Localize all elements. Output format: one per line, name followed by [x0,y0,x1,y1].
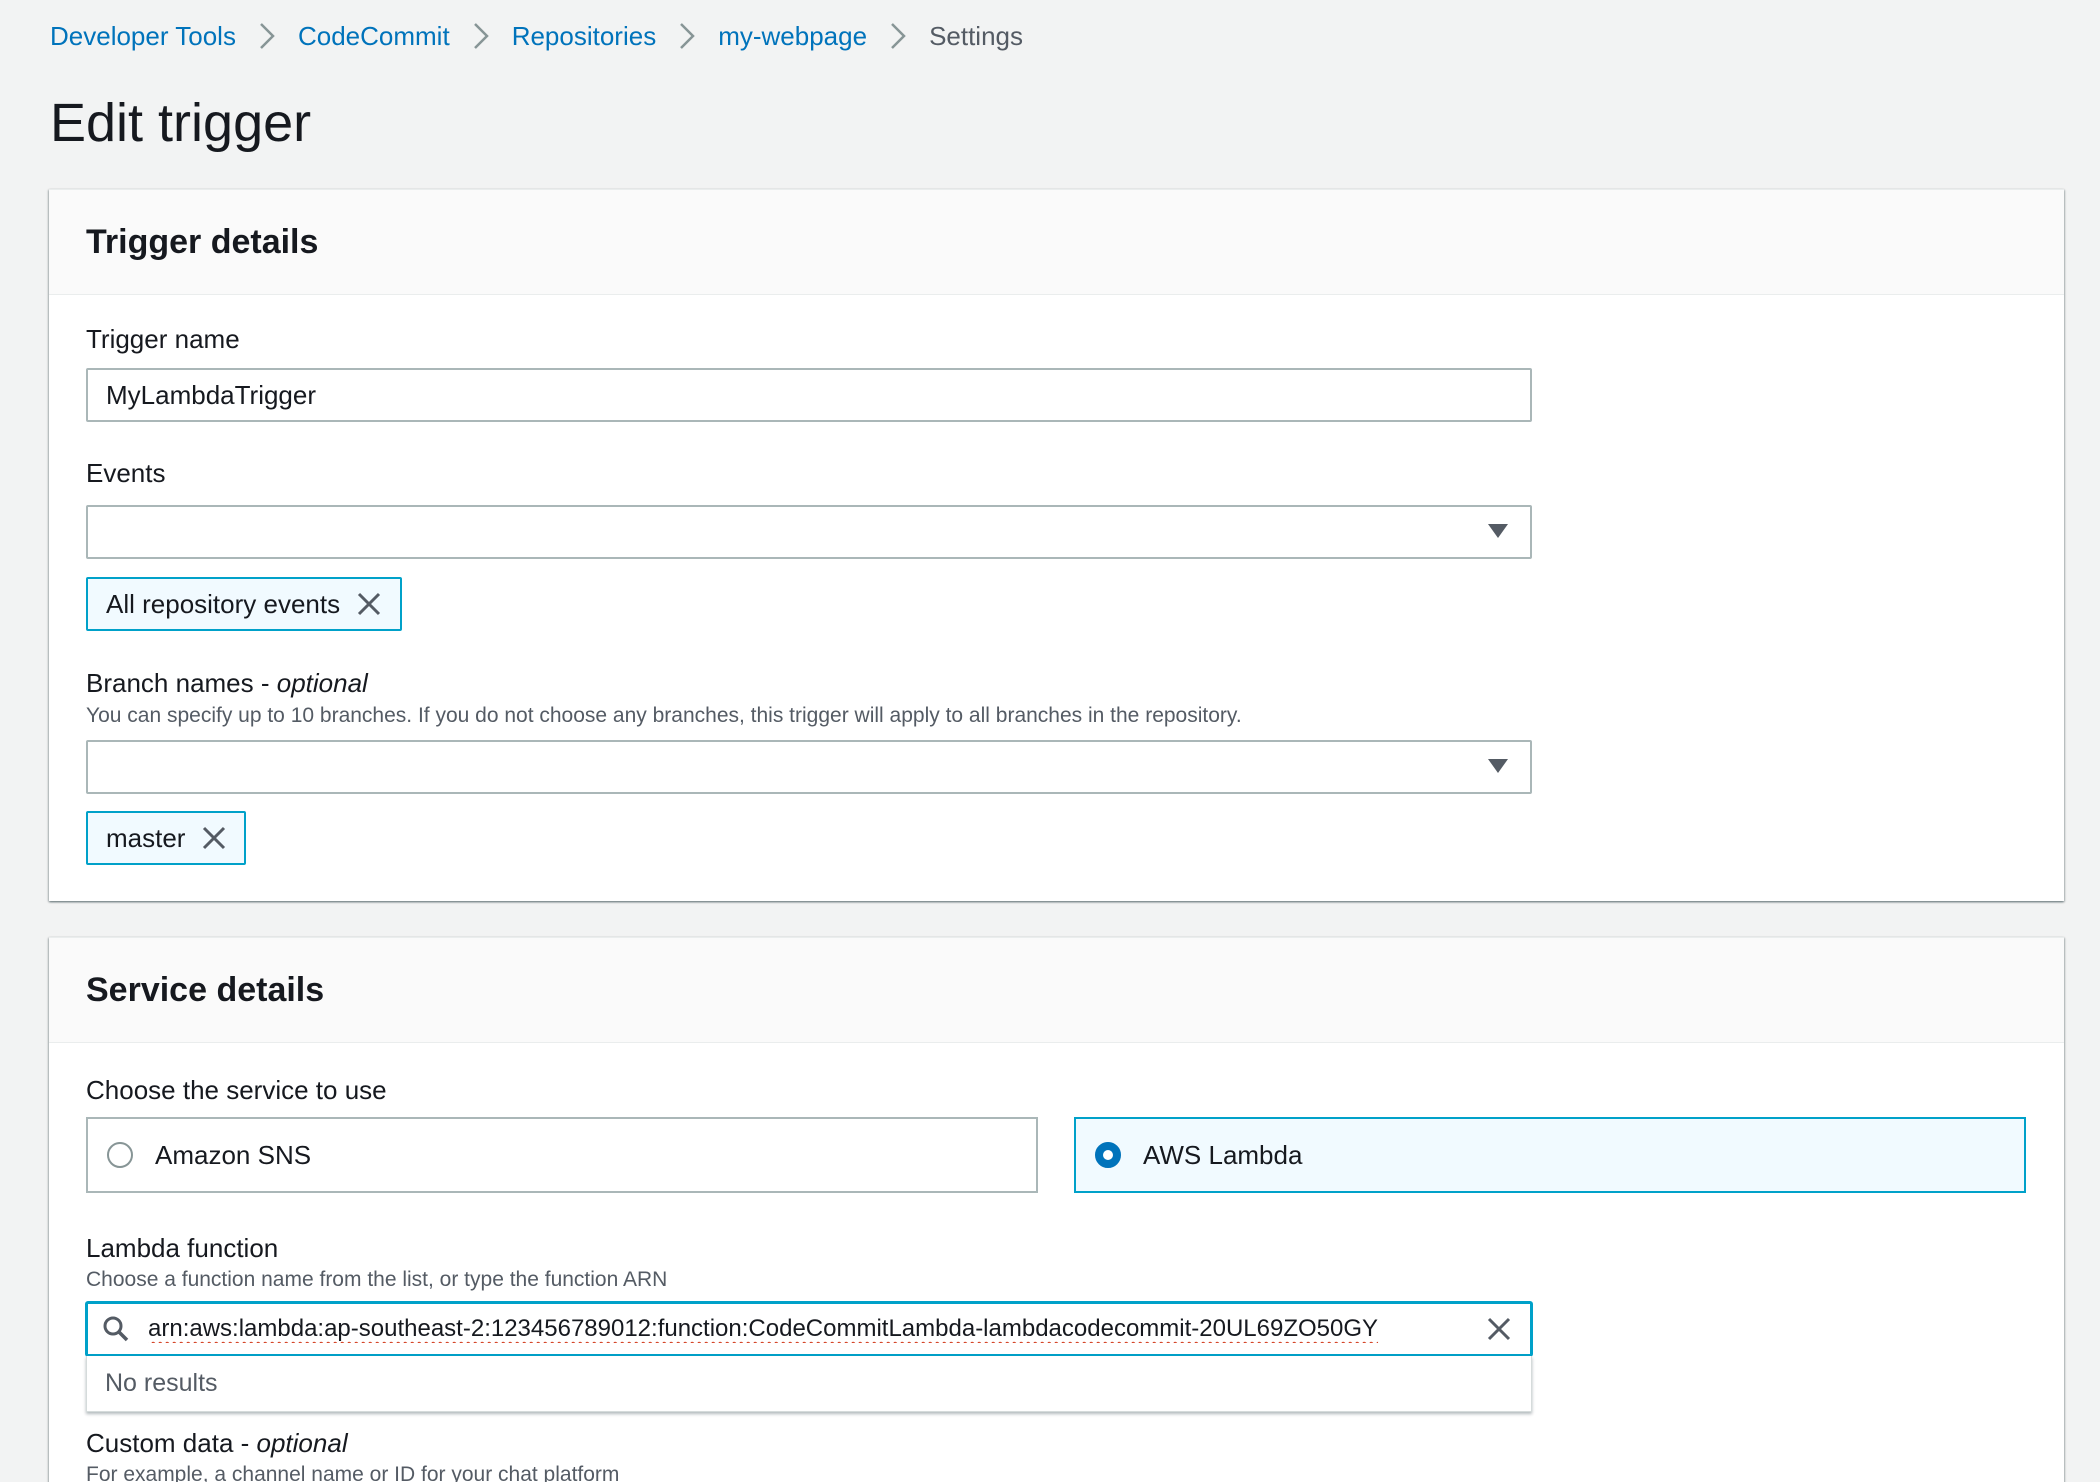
trigger-name-input[interactable]: MyLambdaTrigger [86,368,1532,422]
events-token: All repository events [86,577,402,631]
lambda-function-dropdown: No results [86,1356,1532,1412]
chevron-right-icon [450,14,512,58]
caret-down-icon [1488,524,1508,538]
custom-data-description: For example, a channel name or ID for yo… [86,1463,620,1482]
branch-token: master [86,811,246,865]
aws-lambda-option[interactable]: AWS Lambda [1074,1117,2026,1193]
trigger-details-panel: Trigger details Trigger name MyLambdaTri… [49,189,2064,901]
trigger-name-label: Trigger name [86,324,240,354]
trigger-details-header: Trigger details [49,190,2064,295]
service-details-header: Service details [49,938,2064,1043]
choose-service-label: Choose the service to use [86,1075,387,1105]
branch-names-optional: optional [276,668,368,698]
amazon-sns-label: Amazon SNS [155,1139,312,1170]
branch-token-label: master [106,822,186,853]
custom-data-optional: optional [256,1428,348,1458]
close-icon[interactable] [340,579,398,629]
custom-data-label: Custom data - optional [86,1428,348,1459]
aws-lambda-label: AWS Lambda [1143,1139,1303,1170]
events-label: Events [86,458,166,488]
chevron-right-icon [656,14,718,58]
breadcrumb-repositories[interactable]: Repositories [512,21,657,52]
trigger-name-value: MyLambdaTrigger [106,379,317,410]
branch-names-description: You can specify up to 10 branches. If yo… [86,704,1242,727]
chevron-right-icon [867,14,929,58]
close-icon[interactable] [185,813,243,863]
page-title: Edit trigger [50,93,312,153]
branch-names-label-text: Branch names - [86,668,277,698]
service-details-heading: Service details [86,970,325,1009]
custom-data-label-text: Custom data - [86,1428,257,1458]
breadcrumb-developer-tools[interactable]: Developer Tools [50,21,236,52]
branch-names-label: Branch names - optional [86,668,368,699]
breadcrumb-settings: Settings [929,20,1024,51]
chevron-right-icon [236,14,298,58]
lambda-function-value: arn:aws:lambda:ap-southeast-2:1234567890… [148,1315,1379,1342]
trigger-details-heading: Trigger details [86,222,319,261]
close-icon[interactable] [1468,1304,1530,1354]
events-select[interactable] [86,505,1532,559]
search-icon [88,1304,144,1354]
breadcrumb-codecommit[interactable]: CodeCommit [298,21,450,52]
radio-checked-icon[interactable] [1095,1142,1121,1168]
breadcrumb: Developer Tools CodeCommit Repositories … [50,14,1023,58]
lambda-function-label: Lambda function [86,1233,279,1263]
lambda-function-description: Choose a function name from the list, or… [86,1268,668,1291]
lambda-function-search-input[interactable]: arn:aws:lambda:ap-southeast-2:1234567890… [86,1302,1532,1356]
breadcrumb-my-webpage[interactable]: my-webpage [718,21,867,52]
service-details-panel: Service details Choose the service to us… [49,937,2064,1482]
caret-down-icon [1488,759,1508,773]
events-token-label: All repository events [106,588,341,619]
branch-names-select[interactable] [86,740,1532,794]
no-results-text: No results [105,1369,218,1397]
radio-unchecked-icon[interactable] [107,1142,133,1168]
amazon-sns-option[interactable]: Amazon SNS [86,1117,1038,1193]
